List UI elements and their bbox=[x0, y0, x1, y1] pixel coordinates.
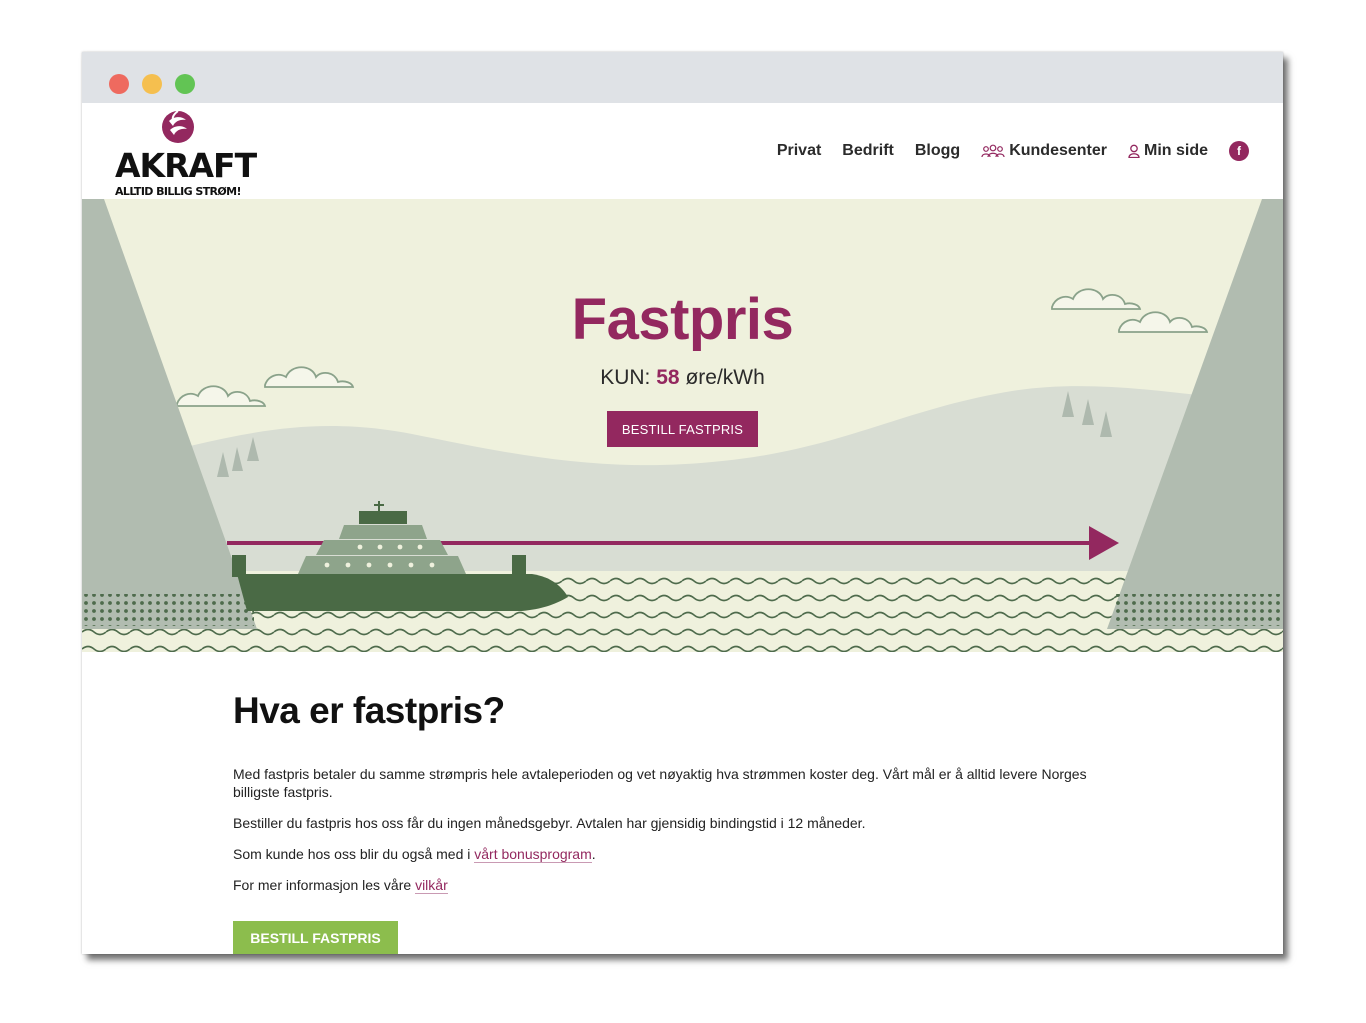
paragraph-intro: Med fastpris betaler du samme strømpris … bbox=[233, 766, 1087, 800]
paragraph-text: Som kunde hos oss blir du også med i bbox=[233, 846, 475, 862]
close-window-button[interactable] bbox=[109, 74, 129, 94]
price-unit: øre/kWh bbox=[685, 366, 765, 389]
flame-logo-icon bbox=[162, 110, 194, 143]
hero-order-fastpris-button[interactable]: BESTILL FASTPRIS bbox=[607, 411, 758, 447]
main-content: Hva er fastpris? Med fastpris betaler du… bbox=[233, 690, 1133, 954]
paragraph-text: . bbox=[591, 846, 596, 862]
nav-item-blogg[interactable]: Blogg bbox=[915, 142, 960, 160]
facebook-icon[interactable]: f bbox=[1229, 141, 1249, 161]
user-icon bbox=[1128, 144, 1140, 158]
nav-item-bedrift[interactable]: Bedrift bbox=[842, 142, 894, 160]
price-prefix: KUN: bbox=[600, 366, 651, 389]
maximize-window-button[interactable] bbox=[175, 74, 195, 94]
logo-wordmark: AKRAFT bbox=[115, 146, 257, 185]
nav-item-label: Kundesenter bbox=[1009, 142, 1107, 159]
nav-item-label: Privat bbox=[776, 142, 822, 159]
paragraph-terms: For mer informasjon les våre vilkår bbox=[233, 876, 448, 894]
nav-item-label: Blogg bbox=[914, 142, 961, 159]
paragraph-text: For mer informasjon les våre bbox=[233, 877, 416, 893]
browser-chrome bbox=[82, 52, 1283, 103]
people-icon bbox=[981, 144, 1005, 158]
nav-item-label: Bedrift bbox=[842, 142, 894, 159]
nav-item-label: Min side bbox=[1143, 142, 1208, 159]
hero-banner: Fastpris KUN: 58 øre/kWh BESTILL FASTPRI… bbox=[82, 199, 1283, 652]
hero-price: KUN: 58 øre/kWh bbox=[82, 366, 1283, 390]
site-header: AKRAFT ALLTID BILLIG STRØM! Privat Bedri… bbox=[82, 103, 1283, 199]
nav-item-privat[interactable]: Privat bbox=[777, 142, 821, 160]
order-fastpris-button[interactable]: BESTILL FASTPRIS bbox=[233, 921, 398, 954]
paragraph-fees: Bestiller du fastpris hos oss får du ing… bbox=[233, 815, 866, 831]
hero-title: Fastpris bbox=[571, 287, 794, 352]
terms-link[interactable]: vilkår bbox=[415, 877, 448, 894]
logo-tagline: ALLTID BILLIG STRØM! bbox=[115, 185, 242, 198]
main-nav: Privat Bedrift Blogg Kundesenter Min sid… bbox=[777, 141, 1249, 161]
minimize-window-button[interactable] bbox=[142, 74, 162, 94]
logo[interactable]: AKRAFT ALLTID BILLIG STRØM! bbox=[115, 109, 257, 198]
nav-item-min-side[interactable]: Min side bbox=[1128, 142, 1208, 160]
nav-item-kundesenter[interactable]: Kundesenter bbox=[981, 142, 1107, 160]
browser-window: AKRAFT ALLTID BILLIG STRØM! Privat Bedri… bbox=[82, 52, 1283, 954]
paragraph-bonus: Som kunde hos oss blir du også med i vår… bbox=[233, 845, 596, 863]
price-value: 58 bbox=[656, 366, 680, 389]
bonus-program-link[interactable]: vårt bonusprogram bbox=[474, 846, 592, 863]
section-heading: Hva er fastpris? bbox=[233, 690, 505, 731]
